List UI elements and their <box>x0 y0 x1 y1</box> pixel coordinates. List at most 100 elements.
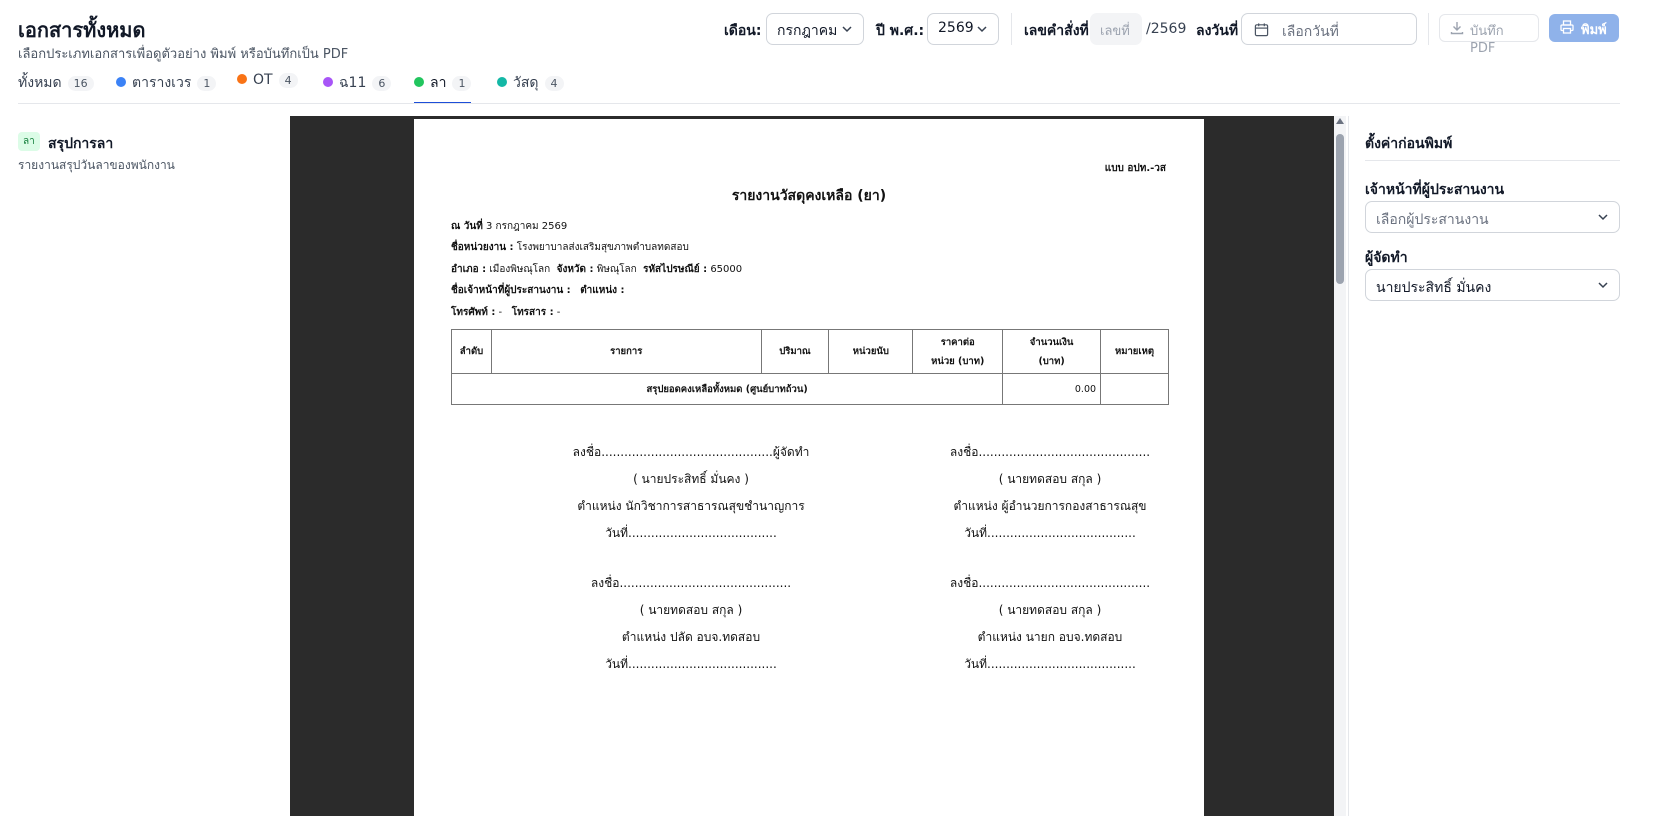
signature-line: ลงชื่อ..................................… <box>572 445 810 459</box>
date-placeholder: เลือกวันที่ <box>1282 24 1339 40</box>
col-header-no: ลำดับ <box>451 329 492 374</box>
signature-block: ลงชื่อ..................................… <box>870 443 1230 551</box>
month-label: เดือน: <box>724 23 762 39</box>
save-pdf-button[interactable]: บันทึก PDF <box>1439 14 1539 56</box>
save-pdf-label: บันทึก PDF <box>1470 24 1504 56</box>
signer-position: ตำแหน่ง นักวิชาการสาธารณสุขชำนาญการ <box>577 499 805 513</box>
category-dot <box>497 77 507 87</box>
fax-value: - <box>556 307 561 318</box>
year-select-value: 2569 <box>938 20 974 36</box>
fax-label: โทรสาร : <box>511 307 554 318</box>
tabs-divider <box>18 103 1620 104</box>
tab-count-badge: 4 <box>544 76 564 91</box>
district-value: เมืองพิษณุโลก <box>489 264 551 275</box>
signer-position: ตำแหน่ง นายก อบจ.ทดสอบ <box>977 630 1123 644</box>
tab-all[interactable]: ทั้งหมด 16 <box>18 72 94 104</box>
order-number-label: เลขคำสั่งที่ <box>1024 23 1089 39</box>
chevron-down-icon <box>1598 282 1608 289</box>
order-number-input[interactable]: เลขที่ <box>1090 13 1142 45</box>
col-header-amount: จำนวนเงิน (บาท) <box>1002 329 1102 374</box>
summary-amount: 0.00 <box>1002 373 1102 405</box>
chevron-down-icon <box>977 26 987 33</box>
phone-value: - <box>498 307 503 318</box>
phone-label: โทรศัพท์ : <box>451 307 496 318</box>
document-title: รายงานวัสดุคงเหลือ (ยา) <box>731 188 887 204</box>
settings-title-divider <box>1365 160 1620 161</box>
tab-label: ลา <box>430 75 447 91</box>
year-select[interactable]: 2569 <box>927 13 999 45</box>
tab-ot[interactable]: OT 4 <box>237 72 298 104</box>
toolbar-divider <box>1428 13 1429 45</box>
tab-leave[interactable]: ลา 1 <box>414 72 472 104</box>
signature-date: วันที่..................................… <box>605 657 777 671</box>
summary-label: สรุปยอดคงเหลือทั้งหมด (ศูนย์บาทถ้วน) <box>450 373 1004 405</box>
signer-name: ( นายทดสอบ สกุล ) <box>639 603 743 617</box>
table-header-row: ลำดับ รายการ ปริมาณ หน่วยนับ ราคาต่อ หน่ว… <box>451 329 1169 374</box>
signature-block: ลงชื่อ..................................… <box>511 574 871 682</box>
col-header-item: รายการ <box>490 329 762 374</box>
unit-label: ชื่อหน่วยงาน : <box>451 242 514 253</box>
preview-scrollbar[interactable] <box>1334 116 1346 816</box>
coordinator-select[interactable]: เลือกผู้ประสานงาน <box>1365 201 1620 233</box>
preparer-field-label: ผู้จัดทำ <box>1365 250 1408 266</box>
col-header-quantity: ปริมาณ <box>760 329 830 374</box>
province-value: พิษณุโลก <box>596 264 637 275</box>
unit-value: โรงพยาบาลส่งเสริมสุขภาพตำบลทดสอบ <box>516 242 689 253</box>
signer-name: ( นายทดสอบ สกุล ) <box>998 603 1102 617</box>
tab-count-badge: 1 <box>452 76 472 91</box>
tab-count-badge: 16 <box>67 76 94 91</box>
tab-schedule[interactable]: ตารางเวร 1 <box>116 72 217 104</box>
toolbar: เดือน: กรกฎาคม ปี พ.ศ.: 2569 เลขคำสั่งที… <box>0 13 1654 56</box>
col-header-unit: หน่วยนับ <box>828 329 914 374</box>
form-code: แบบ อปท.-วส <box>1104 163 1166 174</box>
date-value: 3 กรกฎาคม 2569 <box>486 221 568 232</box>
order-number-placeholder: เลขที่ <box>1100 24 1130 39</box>
year-label: ปี พ.ศ.: <box>876 23 925 39</box>
signature-line: ลงชื่อ..................................… <box>949 445 1151 459</box>
month-select[interactable]: กรกฎาคม <box>766 13 864 45</box>
tab-form11[interactable]: ฉ11 6 <box>323 72 392 104</box>
category-dot <box>414 77 424 87</box>
preparer-select[interactable]: นายประสิทธิ์ มั่นคง <box>1365 269 1620 301</box>
scrollbar-thumb[interactable] <box>1336 134 1344 284</box>
toolbar-divider <box>1011 13 1012 45</box>
province-label: จังหวัด : <box>556 264 594 275</box>
tab-count-badge: 6 <box>372 76 392 91</box>
date-label: ณ วันที่ <box>451 221 483 232</box>
tab-supplies[interactable]: วัสดุ 4 <box>497 72 564 104</box>
signature-date: วันที่..................................… <box>605 526 777 540</box>
download-icon <box>1450 22 1464 35</box>
document-page: แบบ อปท.-วส รายงานวัสดุคงเหลือ (ยา) ณ วั… <box>414 119 1204 816</box>
signature-block: ลงชื่อ..................................… <box>511 443 871 551</box>
month-select-value: กรกฎาคม <box>777 23 838 39</box>
chevron-down-icon <box>842 26 852 33</box>
date-label: ลงวันที่ <box>1196 23 1239 39</box>
scroll-up-arrow-icon[interactable] <box>1336 118 1344 124</box>
tab-count-badge: 1 <box>197 76 217 91</box>
coordinator-field-label: เจ้าหน้าที่ผู้ประสานงาน <box>1365 182 1505 198</box>
date-picker-input[interactable]: เลือกวันที่ <box>1241 13 1417 45</box>
coordinator-line: ชื่อเจ้าหน้าที่ผู้ประสานงาน : ตำแหน่ง : <box>451 283 625 298</box>
document-preview[interactable]: แบบ อปท.-วส รายงานวัสดุคงเหลือ (ยา) ณ วั… <box>290 116 1334 816</box>
coordinator-label: ชื่อเจ้าหน้าที่ผู้ประสานงาน : <box>451 285 571 296</box>
inventory-table: ลำดับ รายการ ปริมาณ หน่วยนับ ราคาต่อ หน่ว… <box>450 329 1169 405</box>
print-button[interactable]: พิมพ์ <box>1549 14 1619 42</box>
order-number-suffix: /2569 <box>1146 21 1187 37</box>
position-label: ตำแหน่ง : <box>580 285 625 296</box>
signature-block: ลงชื่อ..................................… <box>870 574 1230 682</box>
postal-value: 65000 <box>710 264 743 275</box>
col-header-unit-price: ราคาต่อ หน่วย (บาท) <box>912 329 1004 374</box>
signature-date: วันที่..................................… <box>964 657 1136 671</box>
settings-divider <box>1348 116 1349 816</box>
doc-title: สรุปการลา <box>48 136 114 152</box>
page-subtitle: เลือกประเภทเอกสารเพื่อดูตัวอย่าง พิมพ์ ห… <box>18 47 349 62</box>
calendar-icon <box>1254 23 1269 37</box>
address-line: อำเภอ : เมืองพิษณุโลก จังหวัด : พิษณุโลก… <box>451 262 742 277</box>
tab-label: ทั้งหมด <box>18 75 62 91</box>
category-dot <box>323 77 333 87</box>
signer-name: ( นายทดสอบ สกุล ) <box>998 472 1102 486</box>
signer-position: ตำแหน่ง ปลัด อบจ.ทดสอบ <box>621 630 761 644</box>
printer-icon <box>1560 20 1574 34</box>
signer-position: ตำแหน่ง ผู้อำนวยการกองสาธารณสุข <box>953 499 1147 513</box>
signature-date: วันที่..................................… <box>964 526 1136 540</box>
